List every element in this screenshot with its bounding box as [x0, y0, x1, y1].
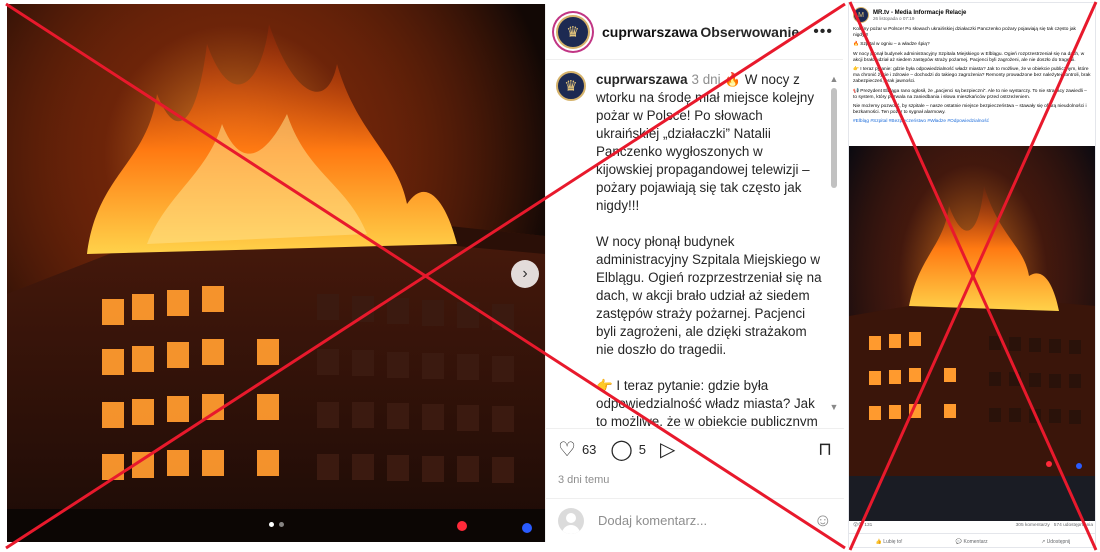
caption-avatar[interactable]: ♛ [556, 71, 586, 101]
user-avatar-icon [558, 507, 584, 534]
fb-reaction-count[interactable]: 😮😡 131 [853, 523, 872, 528]
comment-count: 5 [638, 442, 647, 457]
facebook-post: M MR.tv - Media Informacje Relacje 26 li… [848, 2, 1096, 548]
fb-burning-building-photo[interactable] [849, 146, 1095, 521]
post-header: ♛ cuprwarszawa Obserwowanie ••• [546, 4, 843, 60]
fb-post-text: Kolejny pożar w Polsce! Po słowach ukrai… [849, 25, 1095, 145]
burning-building-illustration [7, 4, 545, 542]
fb-page-name[interactable]: MR.tv - Media Informacje Relacje [873, 10, 966, 16]
fb-comment-count[interactable]: 305 komentarzy [1016, 523, 1050, 528]
comment-icon[interactable]: ◯ [610, 437, 632, 462]
caption-scrollbar[interactable]: ▲ ▼ [829, 74, 839, 419]
fb-paragraph-4: 👉 I teraz pytanie: gdzie była odpowiedzi… [853, 67, 1091, 85]
scroll-down-icon[interactable]: ▼ [829, 402, 839, 412]
fb-paragraph-2: 🔥 Szpital w ogniu – a władze śpią? [853, 42, 930, 48]
fb-like-button[interactable]: 👍 Lubię to! [876, 539, 903, 545]
fb-share-count[interactable]: 574 udostępnienia [1054, 523, 1093, 528]
fb-action-bar: 👍 Lubię to! 💬 Komentarz ↗ Udostępnij [849, 533, 1095, 547]
post-actions: ♡ 63 ◯ 5 ▷ ⊓ 3 dni temu [546, 428, 844, 498]
scroll-up-icon[interactable]: ▲ [829, 74, 839, 84]
comment-input[interactable]: Dodaj komentarz... [598, 513, 707, 528]
comment-box: Dodaj komentarz... ☺ [546, 498, 844, 542]
fb-post-header: M MR.tv - Media Informacje Relacje 26 li… [849, 3, 1095, 25]
like-icon[interactable]: ♡ [558, 437, 576, 462]
share-icon[interactable]: ▷ [660, 437, 675, 462]
caption-username[interactable]: cuprwarszawa [596, 72, 688, 87]
caption-time: 3 dni [691, 72, 721, 87]
fb-share-button[interactable]: ↗ Udostępnij [1041, 539, 1070, 545]
profile-avatar[interactable]: ♛ [556, 14, 590, 49]
fb-hashtags[interactable]: #Elbląg #Szpital #Bezpieczeństwo #Władze… [853, 119, 1091, 125]
bookmark-icon[interactable]: ⊓ [818, 439, 832, 460]
fb-comment-button[interactable]: 💬 Komentarz [956, 539, 988, 545]
instagram-sidebar: ♛ cuprwarszawa Obserwowanie ••• ♛ cuprwa… [545, 4, 844, 542]
emoji-icon[interactable]: ☺ [814, 510, 832, 531]
username-link[interactable]: cuprwarszawa [602, 24, 698, 40]
fb-stats-bar: 😮😡 131 305 komentarzy 574 udostępnienia [849, 523, 1095, 528]
follow-button[interactable]: Obserwowanie [700, 24, 799, 40]
fb-paragraph-5: 📢 Prezydent Elbląga rano ogłosił, że „pa… [853, 88, 1087, 100]
fb-paragraph-6: Nie możemy pozwolić, by szpitale – nasze… [853, 104, 1087, 116]
post-caption: ♛ cuprwarszawa 3 dni 🔥 W nocy z wtorku na… [546, 61, 844, 426]
like-count[interactable]: 63 [582, 442, 596, 457]
burning-building-photo[interactable]: › [7, 4, 545, 542]
post-date: 3 dni temu [558, 474, 610, 486]
fb-page-avatar[interactable]: M [853, 7, 869, 23]
fb-post-date[interactable]: 26 listopada o 07:19 [873, 16, 966, 21]
scroll-thumb[interactable] [831, 88, 837, 188]
instagram-post: › ♛ cuprwarszawa Obserwowanie ••• ♛ cupr… [7, 4, 844, 542]
next-image-button[interactable]: › [511, 260, 539, 288]
fb-burning-building-illustration [849, 146, 1095, 521]
fb-paragraph-1: Kolejny pożar w Polsce! Po słowach ukrai… [853, 27, 1076, 39]
caption-paragraph-1: 🔥 W nocy z wtorku na środę miał miejsce … [596, 72, 815, 213]
fb-paragraph-3: W nocy płonął budynek administracyjny Sz… [853, 51, 1085, 63]
caption-paragraph-3: 👉 I teraz pytanie: gdzie była odpowiedzi… [596, 378, 818, 426]
caption-paragraph-2: W nocy płonął budynek administracyjny Sz… [596, 234, 822, 357]
carousel-dots [269, 522, 284, 527]
more-options-icon[interactable]: ••• [813, 23, 833, 41]
